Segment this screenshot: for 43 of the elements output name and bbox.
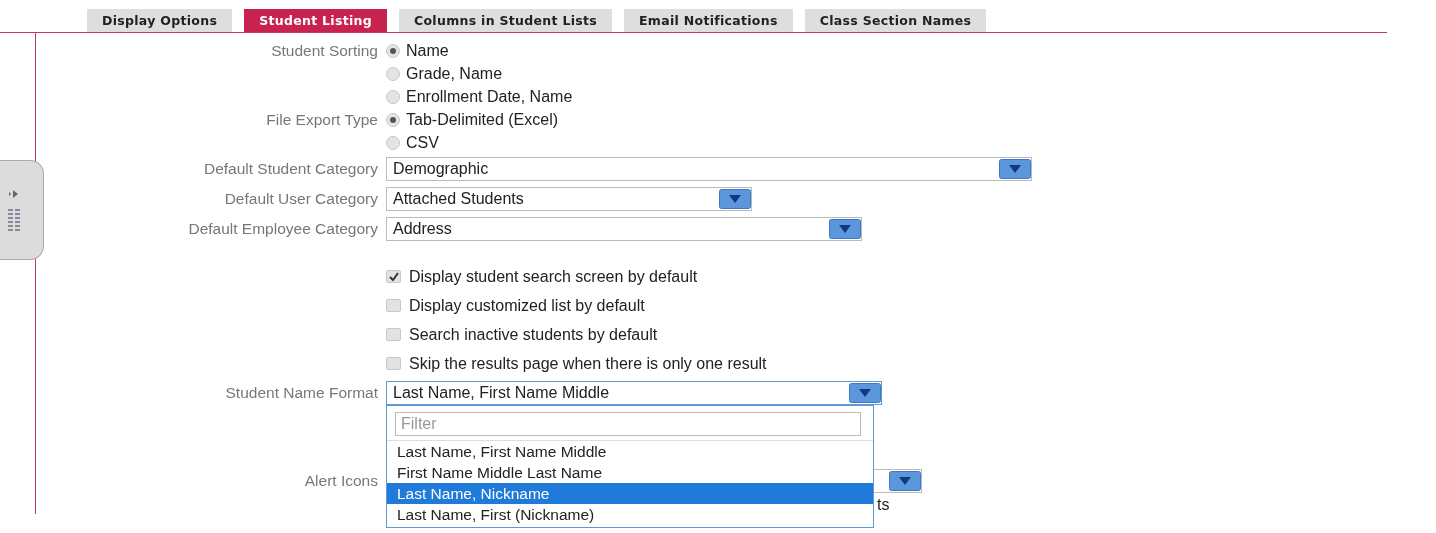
field-label: Default Student Category bbox=[203, 160, 378, 177]
checkbox-label: Skip the results page when there is only one result bbox=[409, 354, 767, 373]
filter-field[interactable]: Filter bbox=[395, 412, 861, 436]
grip-icon bbox=[8, 209, 22, 231]
radio-button[interactable] bbox=[386, 89, 400, 104]
select-field[interactable]: Address bbox=[386, 217, 862, 241]
side-panel-handle[interactable] bbox=[0, 160, 44, 260]
dropdown-option[interactable]: Last Name, Nickname bbox=[387, 483, 873, 504]
checkbox-label: Search inactive students by default bbox=[409, 325, 658, 344]
dropdown-option[interactable]: Last Name, First Name Middle bbox=[387, 441, 873, 462]
field-label: Student Sorting bbox=[271, 42, 378, 59]
expand-arrow-icon bbox=[8, 189, 20, 199]
radio-button[interactable] bbox=[386, 66, 400, 81]
checkbox-label: Display customized list by default bbox=[409, 296, 645, 315]
radio-label: CSV bbox=[406, 133, 439, 152]
select-field[interactable]: Attached Students bbox=[386, 187, 752, 211]
field-label: Default Employee Category bbox=[188, 220, 378, 237]
radio-button[interactable] bbox=[386, 135, 400, 150]
radio-button[interactable] bbox=[386, 43, 400, 58]
field-label: Student Name Format bbox=[225, 384, 378, 401]
dropdown-option[interactable]: First Name Middle Last Name bbox=[387, 462, 873, 483]
checkbox[interactable] bbox=[386, 270, 401, 283]
radio-label: Enrollment Date, Name bbox=[406, 87, 573, 106]
select-field[interactable]: Demographic bbox=[386, 157, 1032, 181]
checkbox-label: Display student search screen by default bbox=[409, 267, 698, 286]
tab[interactable]: Columns in Student Lists bbox=[399, 9, 612, 32]
checkbox[interactable] bbox=[386, 299, 401, 312]
radio-button[interactable] bbox=[386, 112, 400, 127]
radio-label: Tab-Delimited (Excel) bbox=[406, 110, 559, 129]
radio-label: Grade, Name bbox=[406, 64, 503, 83]
option-label: ts bbox=[877, 496, 890, 513]
field-label: File Export Type bbox=[266, 111, 378, 128]
checkbox[interactable] bbox=[386, 357, 401, 370]
dropdown-option[interactable]: Last Name, First (Nickname) bbox=[387, 504, 873, 525]
select-field[interactable]: Last Name, First Name Middle bbox=[386, 381, 882, 405]
tab[interactable]: Display Options bbox=[87, 9, 233, 32]
checkbox[interactable] bbox=[386, 328, 401, 341]
tab[interactable]: Email Notifications bbox=[624, 9, 793, 32]
radio-label: Name bbox=[406, 41, 449, 60]
tab[interactable]: Student Listing bbox=[244, 9, 387, 32]
field-label: Default User Category bbox=[224, 190, 378, 207]
field-label: Alert Icons bbox=[304, 472, 378, 489]
tab[interactable]: Class Section Names bbox=[804, 9, 987, 32]
